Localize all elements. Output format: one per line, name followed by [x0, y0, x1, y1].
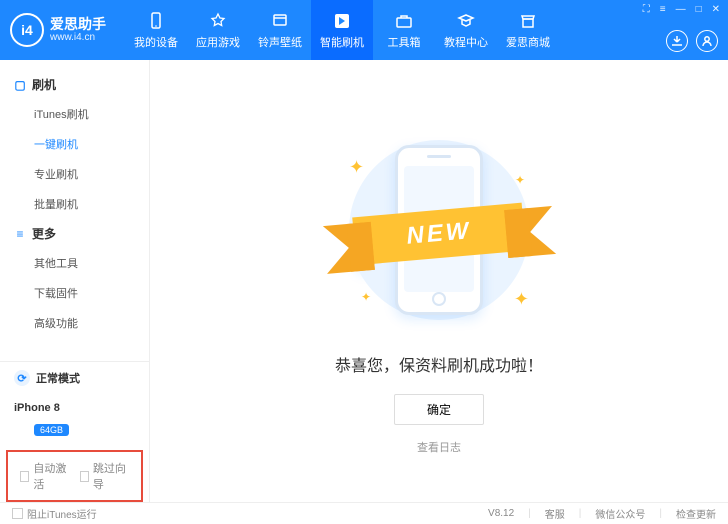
user-button[interactable]: [696, 30, 718, 52]
tab-label: 教程中心: [444, 34, 488, 50]
storage-badge: 64GB: [34, 424, 69, 436]
sidebar-group-header[interactable]: ≡ 更多: [0, 219, 149, 248]
sidebar-item[interactable]: iTunes刷机: [0, 99, 149, 129]
apps-icon: [208, 11, 228, 31]
sidebar-item[interactable]: 批量刷机: [0, 189, 149, 219]
tools-icon: [394, 11, 414, 31]
body: ▢ 刷机 iTunes刷机一键刷机专业刷机批量刷机 ≡ 更多其他工具下载固件高级功能 ⟳…: [0, 60, 728, 502]
star-icon: ✦: [349, 157, 364, 178]
tab-device[interactable]: 我的设备: [125, 0, 187, 60]
tab-label: 爱思商城: [506, 34, 550, 50]
tab-label: 应用游戏: [196, 34, 240, 50]
device-storage-row: 64GB: [0, 422, 149, 446]
sidebar-item[interactable]: 下载固件: [0, 278, 149, 308]
star-icon: ✦: [515, 173, 525, 187]
star-icon: ✦: [514, 289, 529, 310]
sidebar-item[interactable]: 一键刷机: [0, 129, 149, 159]
flash-icon: [332, 11, 352, 31]
main-content: NEW ✦ ✦ ✦ ✦ 恭喜您，保资料刷机成功啦！ 确定 查看日志: [150, 60, 728, 502]
mode-label: 正常模式: [36, 370, 80, 386]
ok-button[interactable]: 确定: [394, 394, 484, 425]
tab-apps[interactable]: 应用游戏: [187, 0, 249, 60]
window-controls: ⛶ ≡ — □ ✕: [641, 4, 722, 15]
checkbox-icon: [12, 508, 23, 519]
tab-flash[interactable]: 智能刷机: [311, 0, 373, 60]
device-row[interactable]: ▯ iPhone 8: [0, 394, 149, 422]
footer-right: V8.12 | 客服 | 微信公众号 | 检查更新: [488, 506, 716, 521]
wechat-link[interactable]: 微信公众号: [595, 506, 645, 521]
nav-tabs: 我的设备 应用游戏 铃声壁纸 智能刷机 工具箱 教程中心 爱思商城: [125, 0, 559, 60]
brand-name: 爱思助手: [50, 16, 106, 33]
sidebar-item[interactable]: 专业刷机: [0, 159, 149, 189]
group-title: 更多: [32, 225, 56, 242]
auto-activate-checkbox[interactable]: 自动激活: [20, 460, 70, 492]
version-label: V8.12: [488, 508, 514, 519]
tab-label: 工具箱: [388, 34, 421, 50]
sidebar: ▢ 刷机 iTunes刷机一键刷机专业刷机批量刷机 ≡ 更多其他工具下载固件高级功能 ⟳…: [0, 60, 150, 502]
device-icon: [146, 11, 166, 31]
tab-label: 我的设备: [134, 34, 178, 50]
tab-shop[interactable]: 爱思商城: [497, 0, 559, 60]
sidebar-item[interactable]: 其他工具: [0, 248, 149, 278]
success-illustration: NEW ✦ ✦ ✦ ✦: [329, 127, 549, 332]
checkbox-label: 阻止iTunes运行: [27, 506, 97, 521]
success-message: 恭喜您，保资料刷机成功啦！: [335, 352, 543, 376]
tab-tools[interactable]: 工具箱: [373, 0, 435, 60]
tab-label: 铃声壁纸: [258, 34, 302, 50]
tab-ring[interactable]: 铃声壁纸: [249, 0, 311, 60]
support-link[interactable]: 客服: [545, 506, 565, 521]
window-control[interactable]: □: [694, 4, 704, 15]
list-icon: ≡: [14, 228, 26, 240]
group-title: 刷机: [32, 76, 56, 93]
tab-label: 智能刷机: [320, 34, 364, 50]
tutorial-icon: [456, 11, 476, 31]
download-button[interactable]: [666, 30, 688, 52]
skip-guide-checkbox[interactable]: 跳过向导: [80, 460, 130, 492]
window-control[interactable]: ≡: [658, 4, 668, 15]
window-control[interactable]: —: [674, 4, 688, 15]
mode-row[interactable]: ⟳ 正常模式: [0, 362, 149, 394]
checkbox-label: 跳过向导: [93, 460, 129, 492]
update-link[interactable]: 检查更新: [676, 506, 716, 521]
header-bar: i4 爱思助手 www.i4.cn 我的设备 应用游戏 铃声壁纸 智能刷机 工具箱 教程中…: [0, 0, 728, 60]
ring-icon: [270, 11, 290, 31]
window-control[interactable]: ⛶: [641, 4, 652, 15]
sidebar-item[interactable]: 高级功能: [0, 308, 149, 338]
checkbox-icon: [80, 471, 89, 482]
logo-text: 爱思助手 www.i4.cn: [50, 16, 106, 45]
sidebar-bottom: ⟳ 正常模式 ▯ iPhone 8 64GB 自动激活 跳过向导: [0, 361, 149, 502]
header-actions: [666, 30, 718, 52]
device-name: iPhone 8: [14, 402, 60, 414]
brand-url: www.i4.cn: [50, 32, 106, 44]
shop-icon: [518, 11, 538, 31]
sync-icon: ⟳: [14, 370, 30, 386]
tab-tutorial[interactable]: 教程中心: [435, 0, 497, 60]
logo-icon: i4: [10, 13, 44, 47]
view-log-link[interactable]: 查看日志: [417, 439, 461, 455]
checkbox-label: 自动激活: [33, 460, 69, 492]
sidebar-group-header[interactable]: ▢ 刷机: [0, 70, 149, 99]
bottom-options-highlight: 自动激活 跳过向导: [6, 450, 143, 502]
footer: 阻止iTunes运行 V8.12 | 客服 | 微信公众号 | 检查更新: [0, 502, 728, 524]
sidebar-nav: ▢ 刷机 iTunes刷机一键刷机专业刷机批量刷机 ≡ 更多其他工具下载固件高级功能: [0, 60, 149, 361]
block-itunes-checkbox[interactable]: 阻止iTunes运行: [12, 506, 97, 521]
flash-icon: ▢: [14, 79, 26, 91]
star-icon: ✦: [361, 290, 371, 304]
checkbox-icon: [20, 471, 29, 482]
window-control[interactable]: ✕: [710, 4, 722, 15]
logo: i4 爱思助手 www.i4.cn: [10, 13, 125, 47]
